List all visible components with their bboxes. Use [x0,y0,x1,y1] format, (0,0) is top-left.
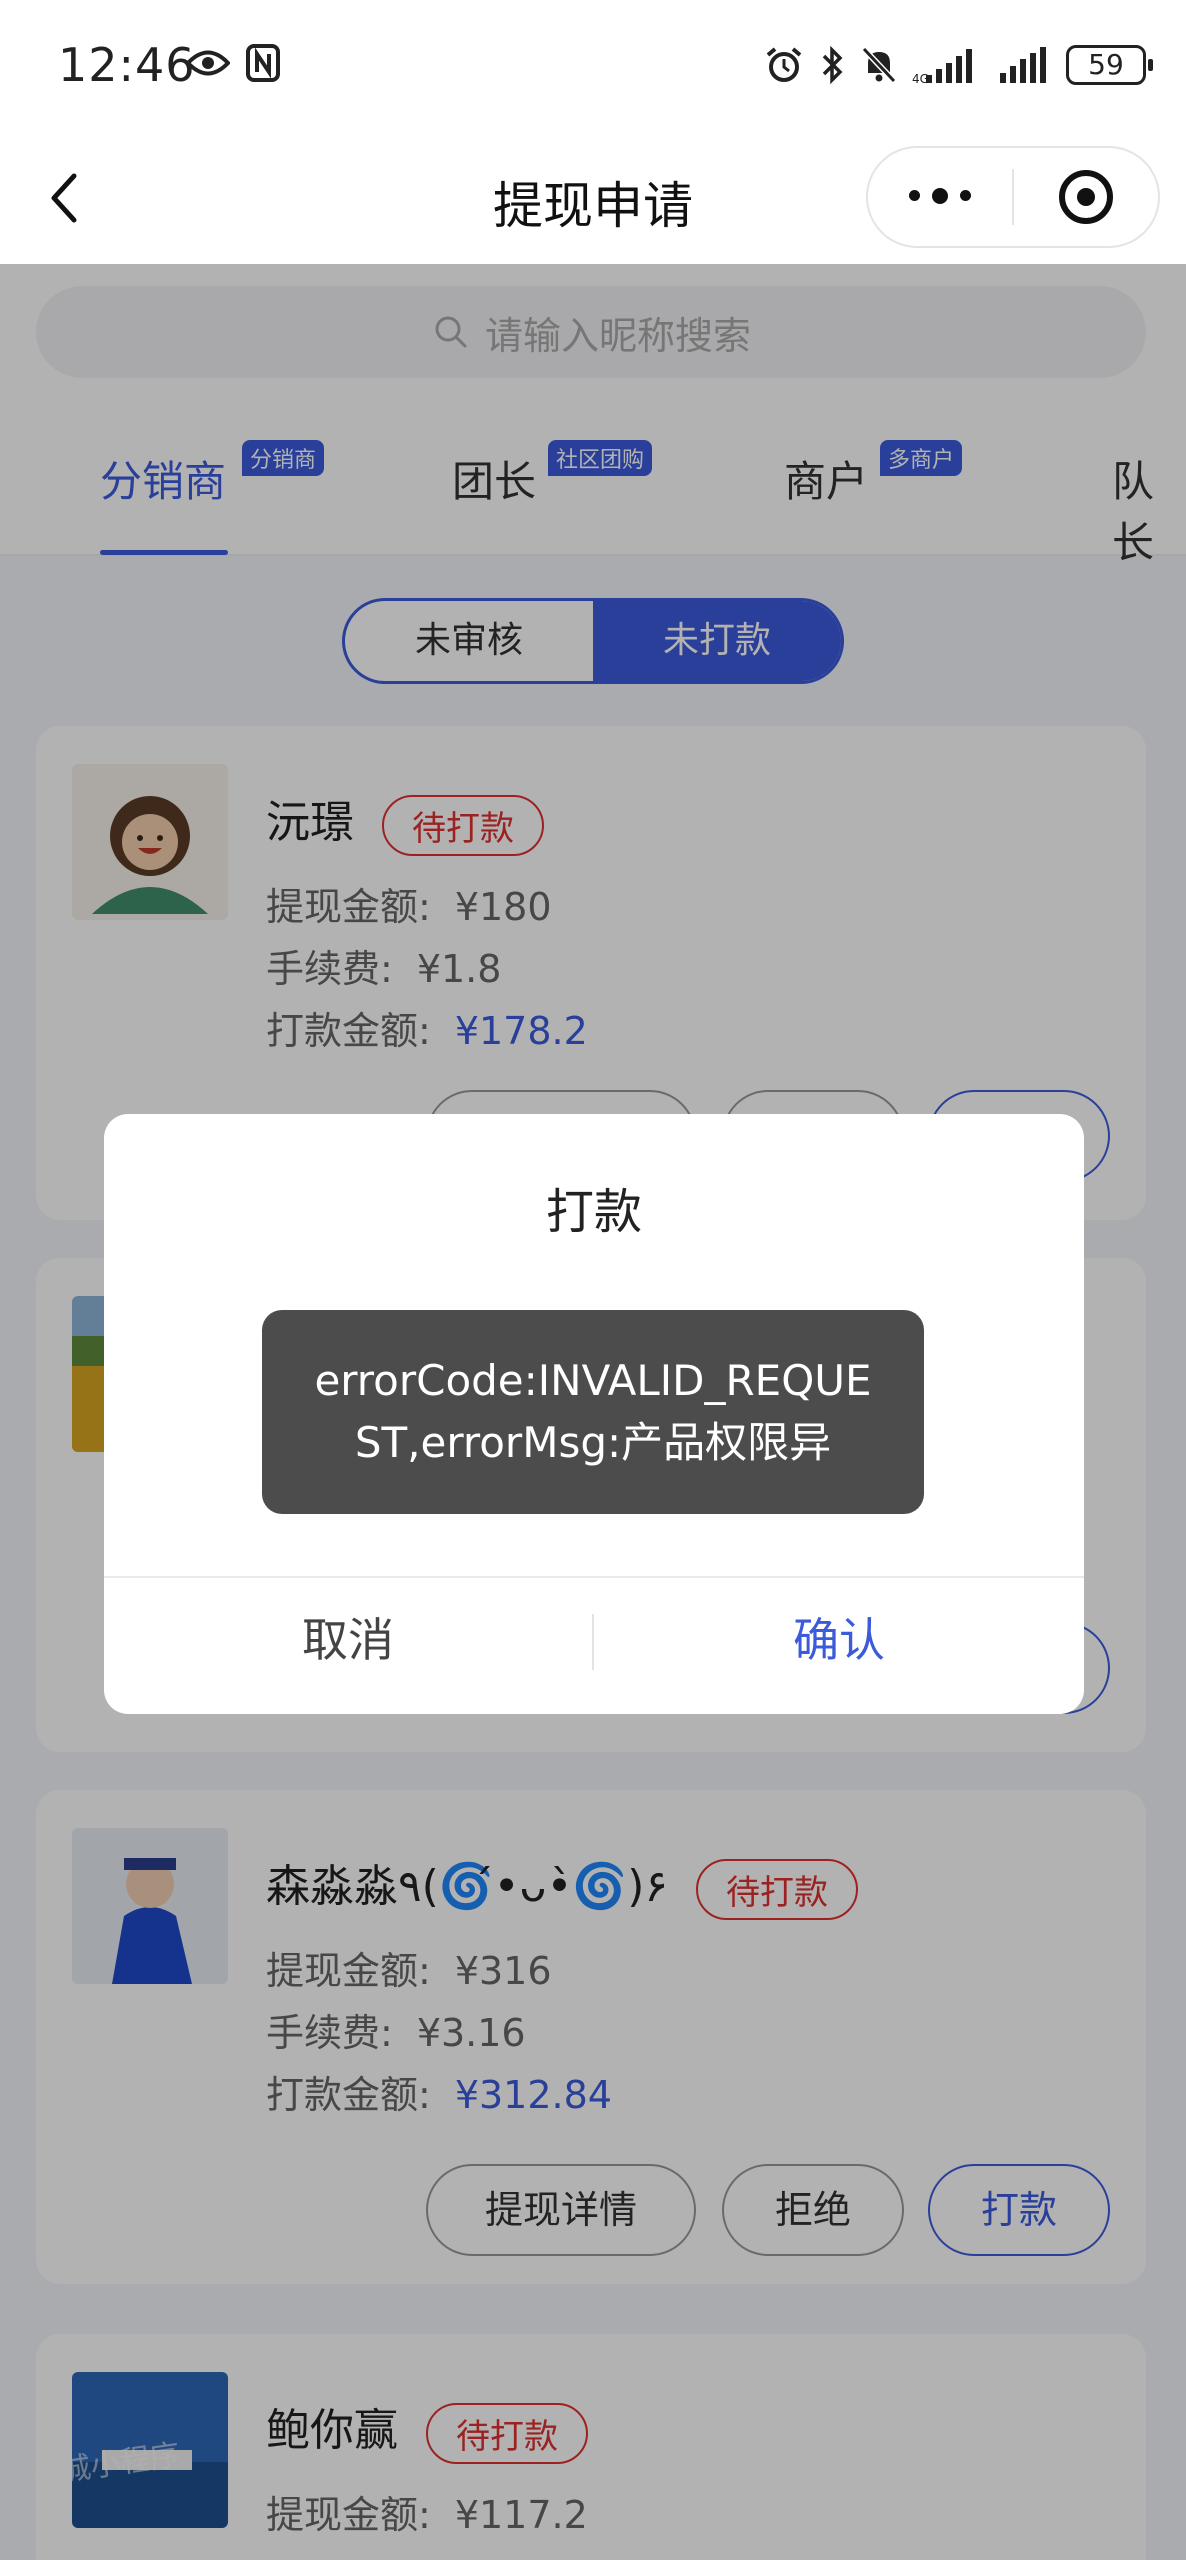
alarm-icon [766,47,802,82]
bluetooth-icon [822,45,843,85]
signal-icon [1000,47,1046,83]
cancel-button[interactable]: 取消 [104,1604,592,1670]
svg-text:4G: 4G [912,72,929,85]
dialog-divider [104,1576,1084,1578]
status-time: 12:46 [58,38,196,92]
signal-icon: 4G [912,49,972,85]
nav-bar: 提现申请 [0,136,1186,264]
error-toast: errorCode:INVALID_REQUEST,errorMsg:产品权限异 [262,1310,924,1514]
mini-program-capsule [866,146,1160,248]
target-icon[interactable] [1014,170,1158,224]
confirm-button[interactable]: 确认 [594,1604,1084,1670]
battery-icon: 59 [1066,45,1153,85]
eye-icon [186,50,230,76]
mute-bell-icon [861,46,897,84]
page: 12:46 4G 59 提现申请 请输入昵称搜索 分销商 分销商 团长 社区团购… [0,0,1186,2560]
nfc-icon [246,44,280,82]
status-icons: 4G 59 [764,40,1153,90]
more-dots-icon[interactable] [868,188,1012,204]
dialog-title: 打款 [545,1184,642,1240]
status-bar: 12:46 4G 59 [0,0,1186,136]
